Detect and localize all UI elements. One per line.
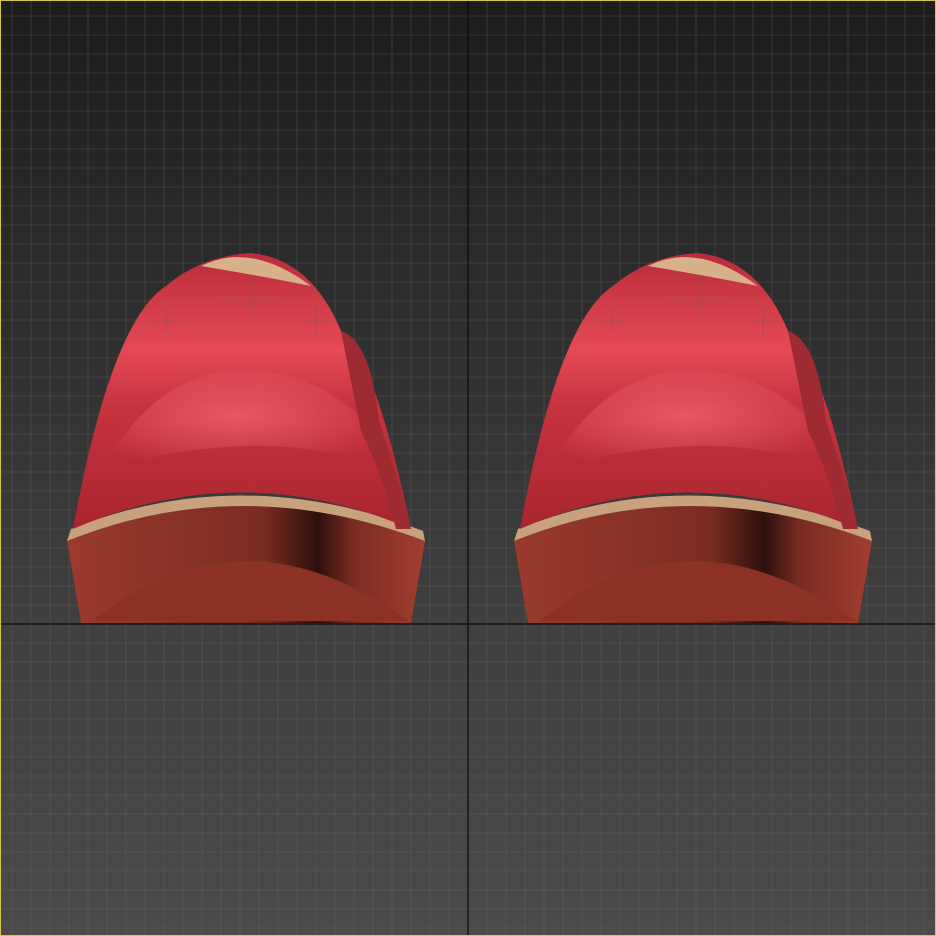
shoe-upper [73, 253, 411, 529]
left-shoe[interactable] [67, 253, 425, 623]
right-shoe[interactable] [514, 253, 872, 623]
shoe-sole [67, 506, 425, 623]
viewport-canvas[interactable] [1, 1, 936, 936]
3d-viewport[interactable] [0, 0, 936, 936]
shoe-upper [520, 253, 858, 529]
shoe-sole [514, 506, 872, 623]
